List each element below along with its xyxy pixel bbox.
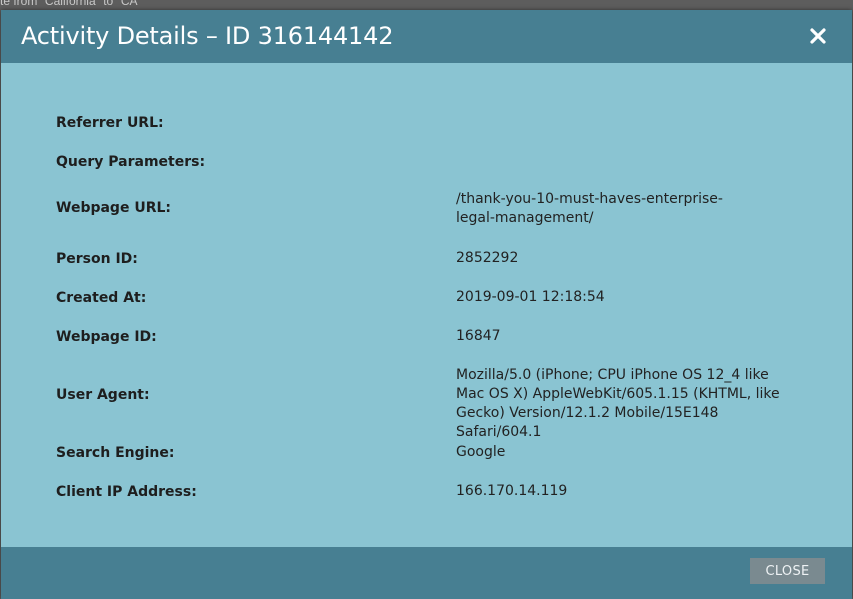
field-label: Referrer URL: [56,115,164,131]
field-value: 166.170.14.119 [456,483,568,499]
backdrop-text: te from "California" to "CA" [0,0,142,8]
dialog-body: Referrer URL: Query Parameters: Webpage … [1,63,852,547]
field-label: User Agent: [56,387,150,403]
field-label: Client IP Address: [56,484,197,500]
activity-details-dialog: Activity Details – ID 316144142 Referrer… [1,10,852,599]
field-label: Person ID: [56,251,138,267]
close-button[interactable]: CLOSE [750,558,825,584]
field-value: /thank-you-10-must-haves-enterprise-lega… [456,191,723,226]
field-value: 2852292 [456,250,519,266]
field-label: Created At: [56,290,147,306]
dialog-title: Activity Details – ID 316144142 [21,22,394,50]
field-value: 16847 [456,328,501,344]
field-label: Webpage ID: [56,329,157,345]
close-icon[interactable] [808,26,828,46]
field-label: Search Engine: [56,445,175,461]
dialog-header: Activity Details – ID 316144142 [1,10,852,63]
field-value: Mozilla/5.0 (iPhone; CPU iPhone OS 12_4 … [456,367,780,440]
field-value: 2019-09-01 12:18:54 [456,289,605,305]
field-value: Google [456,444,506,460]
field-label: Query Parameters: [56,154,206,170]
field-label: Webpage URL: [56,200,171,216]
dialog-footer: CLOSE [1,547,852,599]
